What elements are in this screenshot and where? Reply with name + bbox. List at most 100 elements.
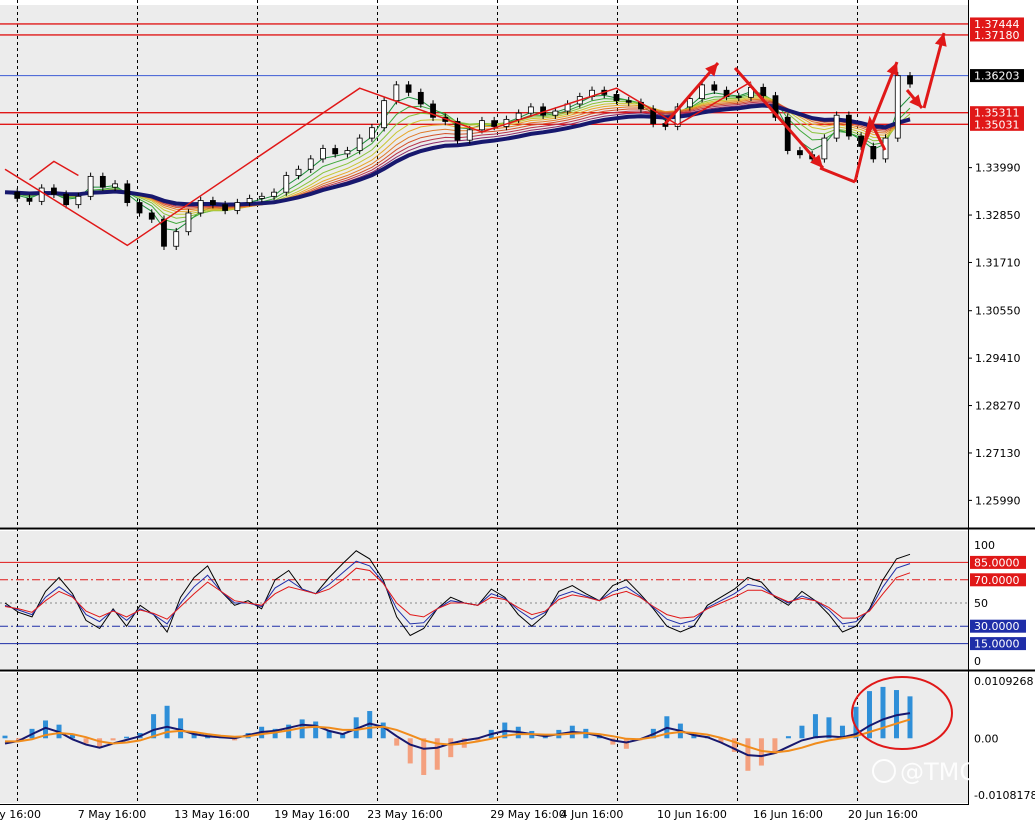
candle-body: [381, 100, 388, 129]
macd-histogram-bar: [124, 736, 130, 739]
candle-body: [124, 183, 131, 203]
macd-histogram-bar: [421, 738, 427, 775]
macd-histogram-bar: [826, 717, 832, 739]
candle-body: [271, 191, 277, 197]
macd-histogram-bar: [785, 736, 791, 739]
y-tick-label: 1.29410: [975, 352, 1021, 365]
candle-body: [797, 150, 803, 156]
price-tag-label: 1.36203: [974, 70, 1020, 83]
candle-body: [173, 231, 180, 247]
x-tick-label: 13 May 16:00: [174, 808, 249, 821]
candle-body: [136, 202, 143, 214]
candle-body: [112, 183, 118, 188]
candle-body: [393, 84, 400, 102]
y-tick-label: 1.27130: [975, 447, 1021, 460]
macd-histogram-bar: [313, 721, 319, 739]
macd-histogram-bar: [178, 718, 184, 739]
macd-histogram-bar: [880, 686, 886, 739]
x-tick-label: 20 Jun 16:00: [848, 808, 918, 821]
candle-body: [38, 187, 45, 202]
x-tick-label: 19 May 16:00: [274, 808, 349, 821]
candle-body: [197, 200, 204, 214]
candle-body: [711, 84, 718, 91]
x-tick-label: 23 May 16:00: [367, 808, 442, 821]
candle-body: [222, 204, 229, 211]
watermark-text: @TMGM: [900, 758, 999, 786]
macd-histogram-bar: [83, 738, 89, 744]
candle-body: [466, 129, 473, 141]
x-tick-label: 10 Jun 16:00: [657, 808, 727, 821]
candle-body: [307, 158, 314, 170]
x-tick-label: 29 May 16:00: [490, 808, 565, 821]
stoch-tick-label: 50: [974, 597, 988, 610]
y-tick-label: 1.25990: [975, 494, 1021, 507]
x-tick-label: May 16:00: [0, 808, 41, 821]
macd-histogram-bar: [394, 738, 400, 746]
macd-histogram-bar: [907, 696, 913, 739]
macd-tick-label: 0.00: [974, 732, 999, 745]
candle-body: [625, 100, 632, 103]
candle-body: [332, 148, 339, 155]
candle-body: [479, 120, 485, 131]
candle-body: [344, 150, 351, 155]
stoch-tick-label: 100: [974, 539, 995, 552]
macd-tick-label: 0.0109268: [974, 675, 1034, 688]
candle-body: [320, 148, 326, 160]
candle-body: [870, 146, 877, 160]
candle-body: [821, 137, 828, 160]
candle-body: [148, 212, 155, 220]
candle-body: [246, 198, 253, 203]
watermark-icon: [872, 759, 896, 783]
level-tag-label: 30.0000: [974, 620, 1020, 633]
level-tag-label: 70.0000: [974, 574, 1020, 587]
candle-body: [735, 96, 742, 98]
macd-histogram-bar: [110, 738, 116, 741]
stoch-tick-label: 0: [974, 655, 981, 668]
chart-window: May 16:00 7 May 16:00 13 May 16:00 19 May 1…: [0, 0, 1035, 821]
y-tick-label: 1.33990: [975, 162, 1021, 175]
candle-body: [613, 94, 620, 102]
candle-body: [185, 212, 192, 233]
y-tick-label: 1.32850: [975, 209, 1021, 222]
candle-body: [26, 198, 33, 202]
candle-body: [210, 200, 216, 206]
candle-body: [845, 114, 852, 137]
candle-body: [491, 120, 498, 127]
candle-body: [784, 116, 791, 151]
x-tick-label: 16 Jun 16:00: [753, 808, 823, 821]
candle-body: [75, 195, 82, 206]
price-tag-label: 1.35031: [974, 118, 1020, 131]
x-tick-label: 4 Jun 16:00: [561, 808, 624, 821]
candle-body: [295, 168, 302, 176]
macd-histogram-bar: [799, 725, 805, 739]
candle-body: [14, 191, 21, 199]
candle-body: [368, 127, 375, 139]
candle-body: [894, 75, 901, 139]
price-tag-label: 1.37180: [974, 29, 1020, 42]
macd-histogram-bar: [380, 722, 386, 739]
macd-tick-label: -0.0108178: [974, 789, 1035, 802]
candle-body: [760, 86, 767, 97]
candle-body: [283, 175, 290, 193]
macd-histogram-bar: [2, 735, 8, 739]
candle-body: [161, 218, 167, 247]
candle-body: [87, 175, 94, 197]
candle-body: [515, 112, 522, 120]
macd-histogram-bar: [407, 738, 413, 764]
candle-body: [51, 187, 57, 195]
level-tag-label: 85.0000: [974, 556, 1020, 569]
level-tag-label: 15.0000: [974, 638, 1020, 651]
candle-body: [63, 193, 70, 206]
macd-histogram-bar: [812, 714, 818, 739]
candle-body: [417, 91, 424, 105]
x-tick-label: 7 May 16:00: [78, 808, 146, 821]
candle-body: [234, 202, 241, 211]
y-tick-label: 1.28270: [975, 400, 1021, 413]
candle-body: [405, 84, 412, 93]
panel-bg-1: [0, 5, 968, 527]
y-tick-label: 1.31710: [975, 256, 1021, 269]
candle-body: [907, 75, 913, 85]
candle-body: [99, 175, 106, 188]
candle-body: [552, 110, 559, 116]
chart-canvas[interactable]: May 16:00 7 May 16:00 13 May 16:00 19 May 1…: [0, 0, 1035, 821]
